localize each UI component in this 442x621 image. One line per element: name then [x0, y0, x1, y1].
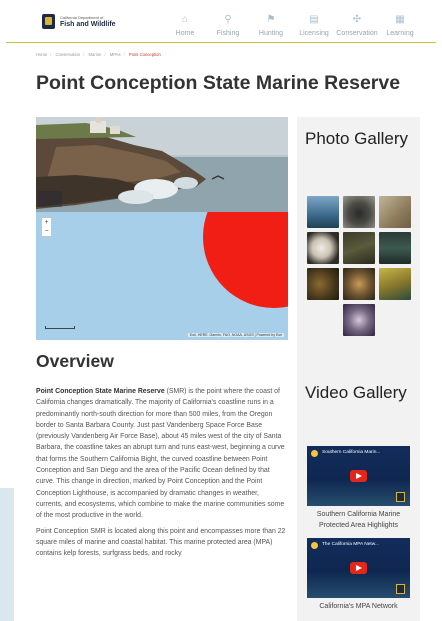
breadcrumb: Home / Conservation / Marine / MPAs / Point … — [36, 52, 161, 57]
video-thumbnail[interactable]: The California MPA Netw... — [307, 538, 410, 598]
page-title: Point Conception State Marine Reserve — [36, 72, 401, 94]
left-accent-bar — [0, 488, 14, 621]
channel-avatar-icon — [311, 450, 318, 457]
video-caption: California's MPA Network — [319, 603, 398, 610]
nav-conservation[interactable]: ✣ Conservation — [336, 14, 378, 37]
learning-icon: ▦ — [395, 14, 405, 25]
nav-licensing-label: Licensing — [299, 30, 329, 37]
gallery-thumb[interactable] — [343, 196, 375, 228]
video-thumb-title: The California MPA Netw... — [322, 542, 379, 547]
overview-paragraph-1: Point Conception State Marine Reserve (S… — [36, 386, 286, 522]
hunting-icon: ⚑ — [266, 14, 276, 25]
map-scale-bar — [45, 326, 75, 329]
gallery-thumb[interactable] — [307, 268, 339, 300]
logo-text: California Department of Fish and Wildli… — [60, 14, 116, 28]
overview-body: Point Conception State Marine Reserve (S… — [36, 386, 286, 563]
map-zoom-control: + − — [41, 217, 52, 237]
gallery-thumb[interactable] — [307, 196, 339, 228]
overview-p1-text: (SMR) is the point where the coast of Ca… — [36, 388, 285, 520]
breadcrumb-separator: / — [83, 52, 85, 57]
header-divider — [6, 42, 436, 43]
breadcrumb-separator: / — [50, 52, 52, 57]
gallery-thumb[interactable] — [343, 304, 375, 336]
video-card[interactable]: Southern California Marin... Southern Ca… — [307, 446, 410, 531]
cdfw-badge-icon — [42, 14, 55, 29]
nav-hunting[interactable]: ⚑ Hunting — [250, 14, 292, 37]
breadcrumb-mpas[interactable]: MPAs — [110, 52, 121, 57]
hero-photo-art — [36, 117, 288, 212]
nav-home-label: Home — [175, 30, 195, 37]
gallery-thumb[interactable] — [307, 232, 339, 264]
breadcrumb-marine[interactable]: Marine — [89, 52, 102, 57]
nav-hunting-label: Hunting — [258, 30, 284, 37]
gallery-thumb[interactable] — [379, 268, 411, 300]
photo-gallery-heading: Photo Gallery — [305, 129, 408, 148]
logo-line-1: California Department of — [60, 14, 104, 20]
breadcrumb-separator: / — [104, 52, 106, 57]
cdfw-watermark-icon — [396, 584, 405, 594]
sidebar: Photo Gallery Video Gallery Southern Cal… — [297, 117, 420, 621]
breadcrumb-separator: / — [123, 52, 125, 57]
hero-photo-lighthouse — [36, 117, 288, 212]
play-icon[interactable] — [350, 562, 367, 574]
gallery-thumb[interactable] — [379, 232, 411, 264]
breadcrumb-home[interactable]: Home — [36, 52, 47, 57]
cdfw-logo[interactable]: California Department of Fish and Wildli… — [42, 14, 116, 29]
site-header: California Department of Fish and Wildli… — [6, 4, 436, 42]
channel-avatar-icon — [311, 542, 318, 549]
nav-learning-label: Learning — [386, 30, 414, 37]
nav-fishing[interactable]: ⚲ Fishing — [207, 14, 249, 37]
mpa-boundary-area[interactable] — [203, 212, 288, 308]
page: California Department of Fish and Wildli… — [0, 0, 442, 621]
nav-conservation-label: Conservation — [336, 30, 378, 37]
video-card[interactable]: The California MPA Netw... California's … — [307, 538, 410, 612]
gallery-thumb[interactable] — [343, 232, 375, 264]
nav-home[interactable]: ⌂ Home — [164, 14, 206, 37]
nav-learning[interactable]: ▦ Learning — [379, 14, 421, 37]
logo-line-2: Fish and Wildlife — [60, 20, 116, 28]
overview-paragraph-2: Point Conception SMR is located along th… — [36, 527, 286, 558]
map-attribution: Esri, HERE, Garmin, FAO, NOAA, USGS | Po… — [187, 333, 284, 337]
gallery-thumb[interactable] — [379, 196, 411, 228]
video-thumb-title: Southern California Marin... — [322, 450, 381, 455]
fish-icon: ⚲ — [224, 14, 232, 25]
nav-licensing[interactable]: ▤ Licensing — [293, 14, 335, 37]
zoom-in-button[interactable]: + — [42, 218, 51, 227]
license-icon: ▤ — [309, 14, 319, 25]
home-icon: ⌂ — [181, 14, 189, 25]
mpa-map[interactable]: + − Esri, HERE, Garmin, FAO, NOAA, USGS … — [36, 212, 288, 340]
breadcrumb-current: Point Conception — [128, 52, 161, 57]
mpa-name: Point Conception State Marine Reserve — [36, 388, 165, 395]
video-caption: Southern California Marine Protected Are… — [316, 511, 401, 529]
main-nav: ⌂ Home ⚲ Fishing ⚑ Hunting ▤ Licensing ✣… — [164, 14, 422, 37]
zoom-out-button[interactable]: − — [42, 227, 51, 236]
nav-fishing-label: Fishing — [216, 30, 240, 37]
gallery-thumb[interactable] — [343, 268, 375, 300]
cdfw-watermark-icon — [396, 492, 405, 502]
conservation-icon: ✣ — [352, 14, 362, 25]
play-icon[interactable] — [350, 470, 367, 482]
overview-heading: Overview — [36, 351, 114, 371]
video-thumbnail[interactable]: Southern California Marin... — [307, 446, 410, 506]
video-gallery-heading: Video Gallery — [305, 383, 407, 402]
breadcrumb-conservation[interactable]: Conservation — [56, 52, 81, 57]
